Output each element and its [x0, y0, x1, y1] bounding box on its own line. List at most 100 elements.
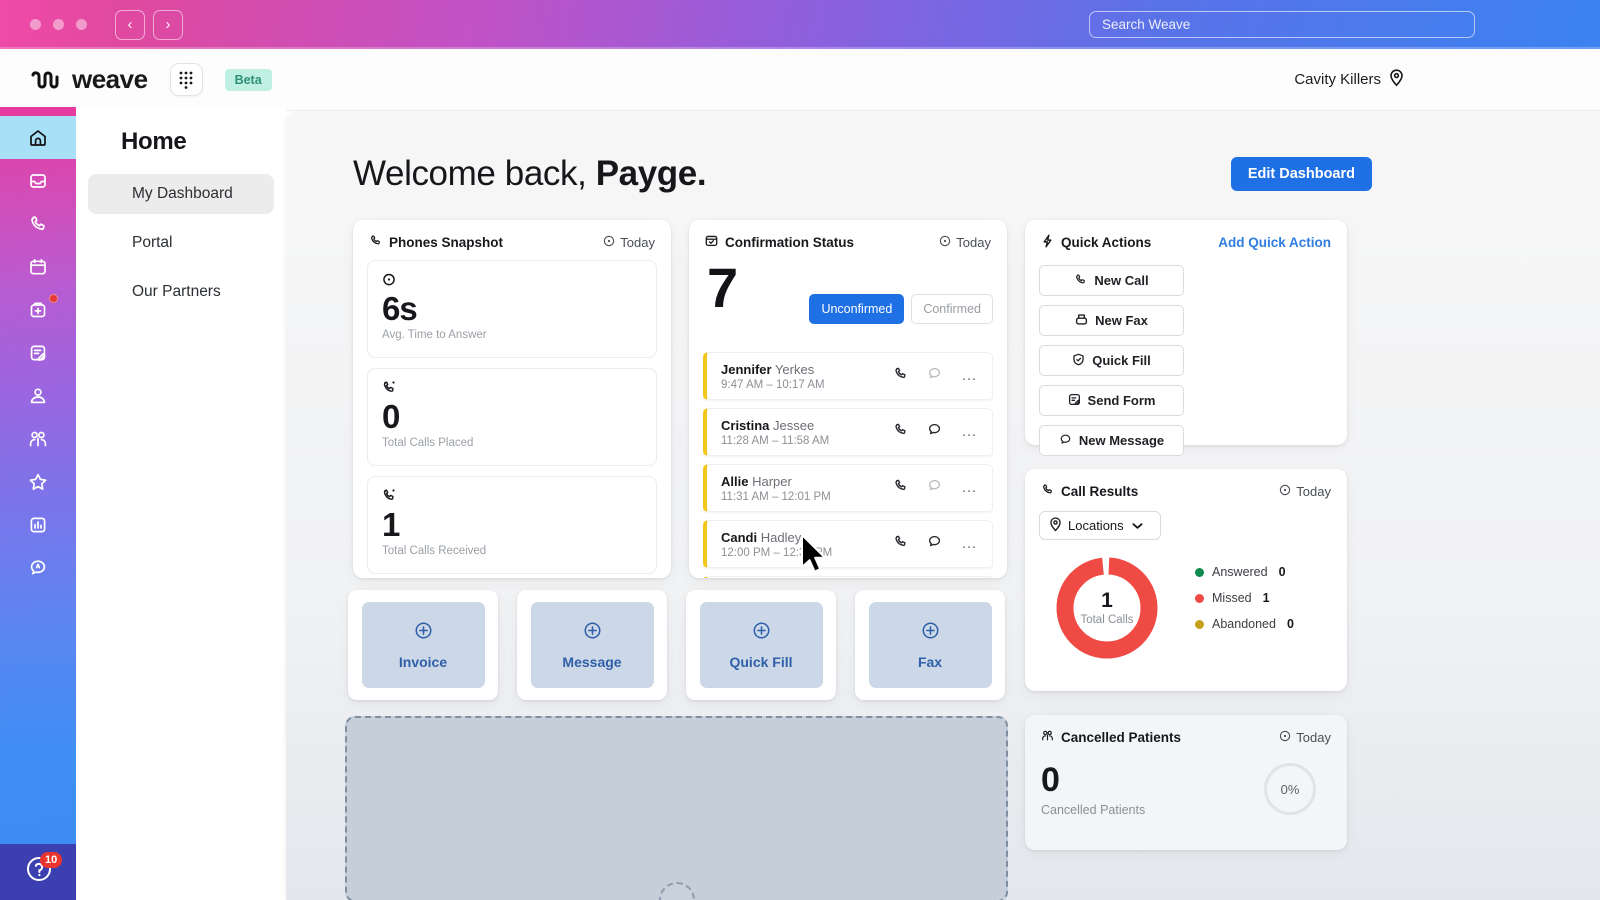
- card-title-text: Call Results: [1061, 483, 1139, 499]
- location-selector[interactable]: Cavity Killers: [1294, 68, 1404, 91]
- sidebar-item-portal[interactable]: Portal: [88, 223, 274, 263]
- map-pin-icon: [1049, 516, 1062, 535]
- tile-label: Message: [562, 653, 622, 670]
- metric-label: Total Calls Received: [382, 544, 487, 557]
- window-controls[interactable]: [30, 19, 87, 30]
- tab-unconfirmed[interactable]: Unconfirmed: [809, 294, 905, 324]
- locations-label: Locations: [1068, 518, 1124, 533]
- tile-invoice[interactable]: Invoice: [348, 590, 498, 700]
- window-maximize-dot[interactable]: [76, 19, 87, 30]
- phone-icon[interactable]: [893, 534, 908, 554]
- appointment-time: 9:47 AM – 10:17 AM: [721, 378, 825, 391]
- chevron-right-icon[interactable]: ›: [153, 9, 183, 40]
- period-filter[interactable]: Today: [1279, 730, 1331, 745]
- metric-value: 0: [382, 398, 400, 435]
- donut-center-label: 1 Total Calls: [1053, 554, 1161, 662]
- edit-dashboard-button[interactable]: Edit Dashboard: [1230, 157, 1372, 191]
- legend-value: 1: [1262, 591, 1270, 605]
- sidebar-item-our-partners[interactable]: Our Partners: [88, 272, 274, 312]
- card-header: Cancelled Patients Today: [1025, 715, 1347, 745]
- period-label: Today: [620, 234, 655, 250]
- sidebar-item-reviews[interactable]: [0, 460, 76, 503]
- row-actions: …: [893, 366, 992, 386]
- tile-quick-fill[interactable]: Quick Fill: [686, 590, 836, 700]
- card-title: Quick Actions: [1041, 234, 1151, 251]
- tile-label: Invoice: [398, 653, 448, 670]
- window-close-dot[interactable]: [30, 19, 41, 30]
- quick-action-new-fax[interactable]: New Fax: [1039, 305, 1184, 336]
- sidebar-item-home[interactable]: [0, 116, 76, 159]
- action-tiles-row: Invoice Message Quick Fill Fax: [348, 590, 1005, 700]
- sidebar-item-inbox[interactable]: [0, 159, 76, 202]
- quick-action-new-message[interactable]: New Message: [1039, 425, 1184, 456]
- dialpad-icon[interactable]: [169, 63, 203, 96]
- more-horizontal-icon[interactable]: …: [961, 368, 978, 383]
- locations-dropdown[interactable]: Locations: [1039, 511, 1161, 540]
- cancelled-label: Cancelled Patients: [1041, 803, 1146, 817]
- appointment-list[interactable]: Jennifer Yerkes 9:47 AM – 10:17 AM … Cri…: [703, 352, 993, 578]
- phone-icon: [1041, 483, 1054, 499]
- legend-label: Missed: [1212, 591, 1252, 605]
- list-item[interactable]: Allie Harper 11:31 AM – 12:01 PM …: [703, 464, 993, 512]
- quick-actions-card: Quick Actions Add Quick Action New Call: [1025, 220, 1347, 456]
- period-filter[interactable]: Today: [1279, 484, 1331, 499]
- sidebar-item-messages[interactable]: [0, 288, 76, 331]
- appointment-name: Jennifer Yerkes: [721, 361, 815, 377]
- mouse-cursor: [801, 534, 826, 573]
- donut-total-value: 1: [1101, 589, 1113, 612]
- tab-confirmed[interactable]: Confirmed: [911, 294, 993, 324]
- list-item[interactable]: Cristina Jessee 11:28 AM – 11:58 AM …: [703, 408, 993, 456]
- metric-total-calls-placed: 0 Total Calls Placed: [367, 368, 657, 466]
- legend-value: 0: [1278, 565, 1286, 579]
- phone-icon[interactable]: [893, 422, 908, 442]
- search-input[interactable]: [1089, 11, 1475, 38]
- more-horizontal-icon[interactable]: …: [961, 424, 978, 439]
- tile-fax[interactable]: Fax: [855, 590, 1005, 700]
- period-filter[interactable]: Today: [939, 235, 991, 250]
- card-title-text: Cancelled Patients: [1061, 729, 1182, 745]
- weave-logo[interactable]: weave: [30, 64, 148, 95]
- list-item[interactable]: Jennifer Yerkes 9:47 AM – 10:17 AM …: [703, 352, 993, 400]
- metric-label: Total Calls Placed: [382, 436, 474, 449]
- sidebar-item-forms[interactable]: [0, 331, 76, 374]
- phone-icon[interactable]: [893, 366, 908, 386]
- message-icon[interactable]: [927, 422, 942, 442]
- chevron-down-icon: [1132, 518, 1143, 533]
- sidebar-item-assistant[interactable]: [0, 546, 76, 589]
- list-item-partial[interactable]: [703, 576, 993, 578]
- add-quick-action-link[interactable]: Add Quick Action: [1218, 235, 1331, 250]
- chevron-left-icon[interactable]: ‹: [115, 9, 145, 40]
- period-filter[interactable]: Today: [603, 235, 655, 250]
- appointment-name: Cristina Jessee: [721, 417, 815, 433]
- message-icon[interactable]: [927, 478, 942, 498]
- message-icon[interactable]: [927, 366, 942, 386]
- location-label: Cavity Killers: [1294, 71, 1381, 88]
- phone-outgoing-icon: [382, 380, 642, 399]
- sidebar-item-payments[interactable]: [0, 374, 76, 417]
- sidebar-item-analytics[interactable]: [0, 503, 76, 546]
- sidebar-item-my-dashboard[interactable]: My Dashboard: [88, 174, 274, 214]
- quick-action-send-form[interactable]: Send Form: [1039, 385, 1184, 416]
- sidebar-item-phone[interactable]: [0, 202, 76, 245]
- widget-dropzone[interactable]: [345, 716, 1008, 900]
- fax-icon: [1075, 313, 1088, 329]
- more-horizontal-icon[interactable]: …: [961, 536, 978, 551]
- phone-icon[interactable]: [893, 478, 908, 498]
- quick-action-label: Send Form: [1087, 393, 1156, 408]
- tile-inner: Invoice: [361, 602, 485, 688]
- sidebar-item-calendar[interactable]: [0, 245, 76, 288]
- quick-action-new-call[interactable]: New Call: [1039, 265, 1184, 296]
- quick-action-quick-fill[interactable]: Quick Fill: [1039, 345, 1184, 376]
- dropzone-handle[interactable]: [658, 882, 695, 900]
- more-horizontal-icon[interactable]: …: [961, 480, 978, 495]
- os-title-bar: ‹ ›: [0, 0, 1600, 49]
- confirmation-filter-toggle: Unconfirmed Confirmed: [809, 294, 993, 324]
- card-title: Phones Snapshot: [369, 234, 503, 250]
- message-icon[interactable]: [927, 534, 942, 554]
- tile-message[interactable]: Message: [517, 590, 667, 700]
- card-title-text: Phones Snapshot: [389, 234, 504, 250]
- sidebar-item-contacts[interactable]: [0, 417, 76, 460]
- list-item[interactable]: Candi Hadley 12:00 PM – 12:30 PM …: [703, 520, 993, 568]
- window-minimize-dot[interactable]: [53, 19, 64, 30]
- tile-inner: Quick Fill: [699, 602, 823, 688]
